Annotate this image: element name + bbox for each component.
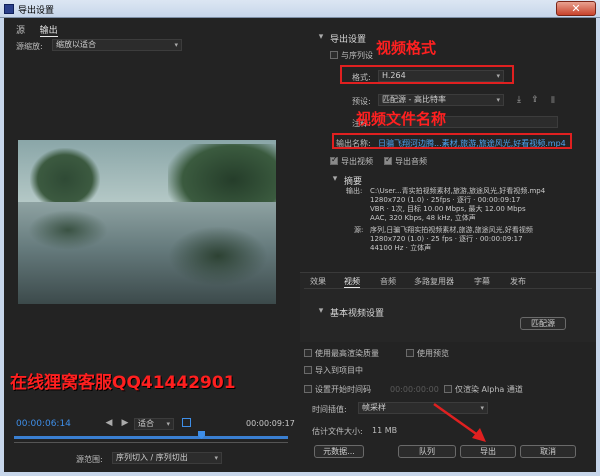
export-audio-option[interactable]: 导出音频: [384, 155, 427, 167]
chevron-down-icon: ▾: [214, 454, 218, 462]
save-preset-icon[interactable]: ⤓: [514, 95, 524, 105]
source-scale-value: 缩放以适合: [56, 40, 96, 49]
preset-value: 匹配源 - 高比特率: [382, 95, 446, 104]
collapse-triangle-icon[interactable]: ▾: [330, 174, 340, 184]
summary-output-label: 输出:: [346, 187, 363, 195]
source-scale-label: 源缩放:: [16, 42, 43, 51]
tab-captions[interactable]: 字幕: [474, 276, 490, 287]
match-sequence-checkbox[interactable]: [330, 50, 338, 59]
match-source-button[interactable]: 匹配源: [520, 317, 566, 330]
collapse-triangle-icon[interactable]: ▾: [316, 306, 326, 316]
interpolation-label: 时间插值:: [312, 405, 347, 414]
timecode-in[interactable]: 00:00:06:14: [16, 419, 71, 429]
window-title: 导出设置: [18, 6, 55, 16]
tab-effects[interactable]: 效果: [310, 276, 326, 287]
app-icon: [4, 4, 14, 14]
summary-output-line: VBR · 1次, 目标 10.00 Mbps, 最大 12.00 Mbps: [370, 205, 526, 213]
render-alpha-label: 仅渲染 Alpha 通道: [455, 385, 523, 394]
source-scale-select[interactable]: 缩放以适合 ▾: [52, 39, 182, 51]
use-preview-label: 使用预览: [417, 349, 449, 358]
summary-source-label: 源:: [354, 226, 364, 234]
start-timecode-value: 00:00:00:00: [390, 385, 439, 394]
source-range-label: 源范围:: [76, 455, 103, 464]
annotation-box-filename: [332, 133, 572, 149]
divider: [304, 288, 592, 289]
export-video-option[interactable]: 导出视频: [330, 155, 373, 167]
preview-reflection-left: [28, 210, 108, 250]
annotation-video-format: 视频格式: [376, 39, 437, 57]
summary-header: 摘要: [344, 177, 363, 187]
annotation-box-format: [340, 65, 514, 84]
cancel-button[interactable]: 取消: [520, 445, 576, 458]
start-timecode-option[interactable]: 设置开始时间码: [304, 384, 371, 395]
fit-value: 适合: [138, 419, 154, 428]
source-range-value: 序列切入 / 序列切出: [116, 453, 188, 462]
preview-reflection-right: [168, 226, 268, 286]
use-preview-checkbox[interactable]: [406, 348, 414, 357]
basic-video-header: 基本视频设置: [330, 309, 385, 319]
import-project-label: 导入到项目中: [315, 366, 363, 375]
preview-tree-left: [30, 148, 100, 210]
chevron-down-icon: ▾: [496, 96, 500, 104]
tab-source[interactable]: 源: [16, 23, 25, 36]
summary-output-line: C:\User...青实拍视频素材,旅游,旅途风光,好看视频.mp4: [370, 187, 546, 195]
interpolation-value: 帧采样: [362, 403, 386, 412]
source-range-select[interactable]: 序列切入 / 序列切出 ▾: [112, 452, 222, 464]
max-render-label: 使用最高渲染质量: [315, 349, 379, 358]
start-timecode-label: 设置开始时间码: [315, 385, 371, 394]
title-bar: 导出设置 ✕: [0, 0, 600, 18]
tab-output[interactable]: 输出: [39, 23, 58, 37]
export-button[interactable]: 导出: [460, 445, 516, 458]
summary-source-line: 序列,日骗飞翔实拍视频素材,旅游,旅途风光,好看视频: [370, 226, 533, 234]
import-preset-icon[interactable]: ⇪: [530, 95, 540, 105]
tab-audio[interactable]: 音频: [380, 276, 396, 287]
mark-in-icon[interactable]: ◀: [104, 418, 114, 428]
metadata-button[interactable]: 元数据...: [314, 445, 364, 458]
export-video-checkbox[interactable]: [330, 155, 338, 165]
start-timecode-checkbox[interactable]: [304, 384, 312, 393]
import-project-option[interactable]: 导入到项目中: [304, 365, 363, 376]
summary-source-line: 44100 Hz · 立体声: [370, 244, 432, 252]
summary-output-line: 1280x720 (1.0) · 25fps · 逐行 · 00:00:09:1…: [370, 196, 521, 204]
mark-out-icon[interactable]: ▶: [120, 418, 130, 428]
queue-button[interactable]: 队列: [398, 445, 456, 458]
match-sequence-option[interactable]: 与序列设: [330, 50, 373, 61]
import-project-checkbox[interactable]: [304, 365, 312, 374]
close-button[interactable]: ✕: [556, 1, 596, 16]
max-render-checkbox[interactable]: [304, 348, 312, 357]
timeline-ruler: [14, 442, 288, 446]
chevron-down-icon: ▾: [174, 41, 178, 49]
tab-multiplexer[interactable]: 多路复用器: [414, 276, 454, 287]
chevron-down-icon: ▾: [166, 420, 170, 428]
collapse-triangle-icon[interactable]: ▾: [316, 32, 326, 42]
max-render-option[interactable]: 使用最高渲染质量: [304, 348, 379, 359]
timeline-range-bar[interactable]: [14, 436, 288, 439]
source-output-tabs: 源 输出: [16, 23, 70, 37]
export-settings-header: 导出设置: [330, 35, 367, 45]
preset-label: 预设:: [352, 97, 371, 106]
tab-video[interactable]: 视频: [344, 276, 360, 288]
video-preview: [18, 140, 276, 304]
file-size-value: 11 MB: [372, 426, 398, 435]
summary-source-line: 1280x720 (1.0) · 25 fps · 逐行 · 00:00:09:…: [370, 235, 523, 243]
chevron-down-icon: ▾: [480, 404, 484, 412]
preset-select[interactable]: 匹配源 - 高比特率 ▾: [378, 94, 504, 106]
render-alpha-option[interactable]: 仅渲染 Alpha 通道: [444, 384, 523, 395]
export-audio-label: 导出音频: [395, 157, 427, 166]
export-video-label: 导出视频: [341, 157, 373, 166]
interpolation-select[interactable]: 帧采样 ▾: [358, 402, 488, 414]
watermark-text: 在线狸窝客服QQ41442901: [10, 373, 236, 393]
annotation-filename: 视频文件名称: [356, 110, 447, 128]
summary-output-line: AAC, 320 Kbps, 48 kHz, 立体声: [370, 214, 476, 222]
fit-select[interactable]: 适合 ▾: [134, 418, 174, 430]
tab-publish[interactable]: 发布: [510, 276, 526, 287]
use-preview-option[interactable]: 使用预览: [406, 348, 449, 359]
aspect-icon[interactable]: [182, 418, 191, 427]
delete-preset-icon[interactable]: ▮: [548, 95, 558, 105]
match-sequence-label: 与序列设: [341, 51, 373, 60]
render-alpha-checkbox[interactable]: [444, 384, 452, 393]
file-size-label: 估计文件大小:: [312, 427, 363, 436]
export-audio-checkbox[interactable]: [384, 155, 392, 165]
